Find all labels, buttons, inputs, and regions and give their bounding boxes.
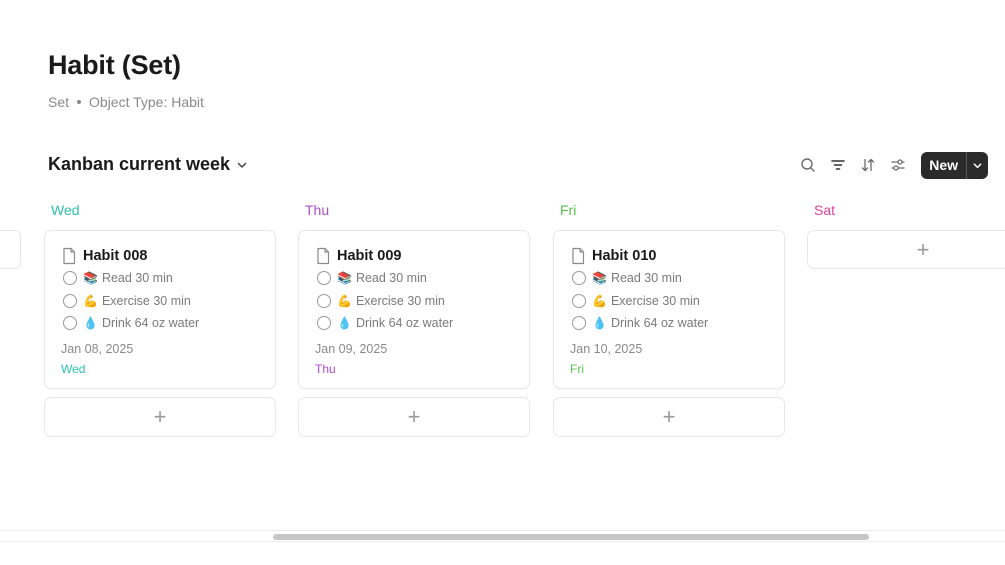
view-toolbar: New <box>793 151 988 179</box>
todo-checkbox[interactable] <box>317 316 331 331</box>
habit-card[interactable]: Habit 010 📚 Read 30 min 💪 Exercise 30 min … <box>553 230 785 389</box>
chevron-down-icon <box>973 162 982 168</box>
flexed-biceps-icon: 💪 <box>592 293 607 308</box>
filter-icon <box>831 160 846 170</box>
todo-checkbox[interactable] <box>63 293 77 308</box>
card-header: Habit 009 <box>315 245 513 267</box>
add-card-button[interactable]: + <box>298 397 530 437</box>
card-day-tag: Fri <box>570 361 584 376</box>
column-label: Fri <box>560 202 577 218</box>
todo-text: Read 30 min <box>101 271 173 286</box>
card-header: Habit 008 <box>61 245 259 267</box>
droplet-icon: 💧 <box>337 316 352 331</box>
todo-text: Drink 64 oz water <box>101 316 200 331</box>
column-fri: Fri Habit 010 📚 Read 30 min 💪 Exercise 30 … <box>553 195 785 437</box>
card-title: Habit 010 <box>592 248 657 264</box>
todo-text: Read 30 min <box>610 271 682 286</box>
add-card-button[interactable]: + <box>807 230 1005 269</box>
search-icon <box>801 158 815 172</box>
card-header: Habit 010 <box>570 245 768 267</box>
column-thu: Thu Habit 009 📚 Read 30 min 💪 Exercise 30 … <box>298 195 530 437</box>
card-title: Habit 008 <box>83 248 148 264</box>
column-label: Sat <box>814 202 836 218</box>
todo-text: Exercise 30 min <box>101 293 191 308</box>
horizontal-scrollbar[interactable] <box>0 530 1005 542</box>
column-label: Wed <box>51 202 80 218</box>
sort-button[interactable] <box>853 151 883 179</box>
new-button[interactable]: New <box>921 152 966 179</box>
add-card-button[interactable]: + <box>553 397 785 437</box>
droplet-icon: 💧 <box>592 316 607 331</box>
card-title: Habit 009 <box>337 248 402 264</box>
settings-sliders-icon <box>891 159 905 171</box>
view-title: Kanban current week <box>48 154 231 174</box>
todo-text: Exercise 30 min <box>610 293 700 308</box>
sort-icon <box>862 158 875 172</box>
todo-text: Read 30 min <box>355 271 427 286</box>
card-day-tag: Thu <box>315 361 336 376</box>
todo-item: 📚 Read 30 min <box>315 267 513 290</box>
filter-button[interactable] <box>823 151 853 179</box>
kanban-board: Wed Habit 008 📚 Read 30 min 💪 Exercise 30 … <box>0 195 1005 525</box>
todo-text: Drink 64 oz water <box>610 316 709 331</box>
todo-checkbox[interactable] <box>572 293 586 308</box>
books-icon: 📚 <box>337 271 352 286</box>
todo-item: 💪 Exercise 30 min <box>315 290 513 313</box>
flexed-biceps-icon: 💪 <box>83 293 98 308</box>
meta-set: Set <box>48 94 70 110</box>
todo-item: 💧 Drink 64 oz water <box>315 312 513 335</box>
habit-card[interactable]: Habit 008 📚 Read 30 min 💪 Exercise 30 min … <box>44 230 276 389</box>
chevron-down-icon <box>237 162 247 168</box>
todo-checkbox[interactable] <box>63 271 77 286</box>
page-title: Habit (Set) <box>48 50 181 80</box>
previous-column-stub[interactable] <box>0 230 21 269</box>
todo-checkbox[interactable] <box>317 293 331 308</box>
todo-item: 📚 Read 30 min <box>570 267 768 290</box>
habit-card[interactable]: Habit 009 📚 Read 30 min 💪 Exercise 30 min … <box>298 230 530 389</box>
document-icon <box>63 247 76 265</box>
meta-separator-dot <box>77 100 82 104</box>
todo-checkbox[interactable] <box>63 316 77 331</box>
card-date: Jan 09, 2025 <box>315 341 388 356</box>
scrollbar-thumb[interactable] <box>273 534 869 540</box>
books-icon: 📚 <box>592 271 607 286</box>
card-date: Jan 10, 2025 <box>570 341 643 356</box>
todo-item: 📚 Read 30 min <box>61 267 259 290</box>
column-label: Thu <box>305 202 330 218</box>
todo-text: Drink 64 oz water <box>355 316 454 331</box>
new-button-group: New <box>921 151 988 179</box>
todo-item: 💪 Exercise 30 min <box>61 290 259 313</box>
add-card-button[interactable]: + <box>44 397 276 437</box>
search-button[interactable] <box>793 151 823 179</box>
todo-checkbox[interactable] <box>317 271 331 286</box>
books-icon: 📚 <box>83 271 98 286</box>
page-meta: Set Object Type: Habit <box>48 94 204 110</box>
todo-item: 💧 Drink 64 oz water <box>61 312 259 335</box>
document-icon <box>572 247 585 265</box>
todo-item: 💧 Drink 64 oz water <box>570 312 768 335</box>
document-icon <box>317 247 330 265</box>
column-sat: Sat + <box>807 195 1005 269</box>
card-day-tag: Wed <box>61 361 86 376</box>
view-selector[interactable]: Kanban current week <box>48 154 248 175</box>
meta-object-type[interactable]: Object Type: Habit <box>89 94 204 110</box>
new-dropdown-button[interactable] <box>966 151 988 179</box>
todo-checkbox[interactable] <box>572 271 586 286</box>
todo-item: 💪 Exercise 30 min <box>570 290 768 313</box>
flexed-biceps-icon: 💪 <box>337 293 352 308</box>
card-date: Jan 08, 2025 <box>61 341 134 356</box>
settings-button[interactable] <box>883 151 913 179</box>
column-wed: Wed Habit 008 📚 Read 30 min 💪 Exercise 30 … <box>44 195 276 437</box>
todo-text: Exercise 30 min <box>355 293 445 308</box>
todo-checkbox[interactable] <box>572 316 586 331</box>
droplet-icon: 💧 <box>83 316 98 331</box>
